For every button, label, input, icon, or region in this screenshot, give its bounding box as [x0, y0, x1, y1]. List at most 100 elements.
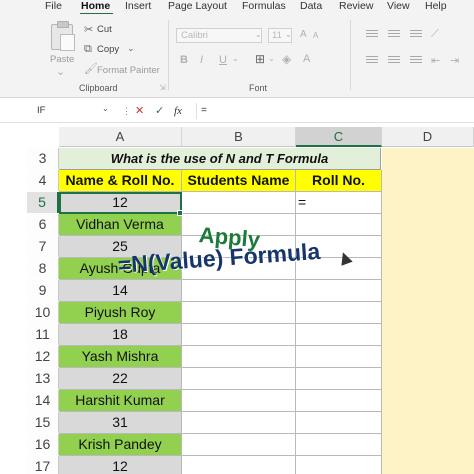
cell-a11[interactable]: 18: [59, 324, 182, 346]
formula-input[interactable]: =: [196, 103, 466, 119]
column-header-b[interactable]: B: [182, 127, 296, 147]
cell-a6[interactable]: Vidhan Verma: [59, 214, 182, 236]
cell-a16[interactable]: Krish Pandey: [59, 434, 182, 456]
row-header-4[interactable]: 4: [27, 170, 59, 191]
tab-insert[interactable]: Insert: [125, 0, 151, 12]
font-name-dropdown-icon[interactable]: ⌄: [255, 29, 262, 41]
sheet-title-cell[interactable]: What is the use of N and T Formula: [59, 148, 381, 170]
cell-a15[interactable]: 31: [59, 412, 182, 434]
column-header-a[interactable]: A: [59, 127, 182, 147]
align-left-icon[interactable]: [366, 56, 378, 66]
font-name-select[interactable]: Calibri: [176, 28, 262, 43]
format-painter-button[interactable]: Format Painter: [97, 65, 160, 76]
cell-b17[interactable]: [182, 456, 296, 474]
row-header-15[interactable]: 15: [27, 412, 59, 433]
cell-b16[interactable]: [182, 434, 296, 456]
name-box[interactable]: IF: [33, 103, 113, 119]
cell-a5[interactable]: 12: [59, 192, 182, 214]
header-cell-students-name[interactable]: Students Name: [182, 170, 296, 192]
increase-font-size-icon[interactable]: A: [300, 29, 307, 41]
cell-a12[interactable]: Yash Mishra: [59, 346, 182, 368]
fill-handle[interactable]: [177, 210, 183, 216]
cell-c13[interactable]: [296, 368, 382, 390]
header-cell-name-roll[interactable]: Name & Roll No.: [59, 170, 182, 192]
row-header-10[interactable]: 10: [27, 302, 59, 323]
copy-dropdown-icon[interactable]: ⌄: [127, 42, 135, 54]
cell-b9[interactable]: [182, 280, 296, 302]
tab-data[interactable]: Data: [300, 0, 322, 12]
cell-b12[interactable]: [182, 346, 296, 368]
name-box-dropdown-icon[interactable]: ⌄: [102, 104, 109, 113]
align-center-icon[interactable]: [388, 56, 400, 66]
tab-formulas[interactable]: Formulas: [242, 0, 286, 12]
cancel-icon[interactable]: ✕: [135, 103, 144, 119]
row-header-8[interactable]: 8: [27, 258, 59, 279]
row-header-7[interactable]: 7: [27, 236, 59, 257]
cell-c16[interactable]: [296, 434, 382, 456]
row-header-16[interactable]: 16: [27, 434, 59, 455]
cell-c15[interactable]: [296, 412, 382, 434]
copy-button[interactable]: Copy: [97, 44, 119, 55]
cell-a9[interactable]: 14: [59, 280, 182, 302]
row-header-5[interactable]: 5: [27, 192, 59, 213]
tab-help[interactable]: Help: [425, 0, 447, 12]
cell-b13[interactable]: [182, 368, 296, 390]
cut-button[interactable]: Cut: [97, 24, 112, 35]
row-header-3[interactable]: 3: [27, 148, 59, 169]
row-header-9[interactable]: 9: [27, 280, 59, 301]
row-header-11[interactable]: 11: [27, 324, 59, 345]
cut-icon[interactable]: ✂: [84, 24, 93, 36]
cell-c6[interactable]: [296, 214, 382, 236]
tab-view[interactable]: View: [387, 0, 410, 12]
decrease-indent-icon[interactable]: ⇤: [431, 55, 440, 67]
row-header-12[interactable]: 12: [27, 346, 59, 367]
paste-icon[interactable]: [51, 21, 75, 51]
align-top-icon[interactable]: [366, 30, 378, 40]
tab-file[interactable]: File: [45, 0, 62, 12]
column-d-fill[interactable]: [382, 148, 474, 474]
clipboard-launcher-icon[interactable]: ⇲: [159, 82, 166, 94]
borders-icon[interactable]: ⊞: [255, 53, 265, 65]
row-header-17[interactable]: 17: [27, 456, 59, 474]
font-size-dropdown-icon[interactable]: ⌄: [285, 29, 292, 41]
cell-c10[interactable]: [296, 302, 382, 324]
cell-c5-editing[interactable]: =: [296, 192, 382, 214]
decrease-font-size-icon[interactable]: A: [313, 30, 318, 42]
copy-icon[interactable]: ⧉: [84, 43, 92, 55]
cell-c11[interactable]: [296, 324, 382, 346]
enter-icon[interactable]: ✓: [155, 103, 164, 119]
row-header-14[interactable]: 14: [27, 390, 59, 411]
font-color-icon[interactable]: A: [303, 53, 310, 65]
underline-button[interactable]: U: [219, 54, 227, 66]
row-header-13[interactable]: 13: [27, 368, 59, 389]
align-right-icon[interactable]: [410, 56, 422, 66]
borders-dropdown-icon[interactable]: ⌄: [268, 53, 275, 65]
tab-page-layout[interactable]: Page Layout: [168, 0, 227, 12]
fill-color-icon[interactable]: ◈: [282, 53, 291, 65]
cell-a17[interactable]: 12: [59, 456, 182, 474]
format-painter-icon[interactable]: 🖌: [84, 63, 98, 75]
tab-review[interactable]: Review: [339, 0, 373, 12]
row-header-6[interactable]: 6: [27, 214, 59, 235]
cell-c9[interactable]: [296, 280, 382, 302]
header-cell-roll-no[interactable]: Roll No.: [296, 170, 382, 192]
cell-a13[interactable]: 22: [59, 368, 182, 390]
cell-b5[interactable]: [182, 192, 296, 214]
orientation-icon[interactable]: ⟋: [431, 28, 439, 40]
cell-b15[interactable]: [182, 412, 296, 434]
bold-button[interactable]: B: [180, 54, 188, 66]
column-header-d[interactable]: D: [382, 127, 474, 147]
tab-home[interactable]: Home: [81, 0, 110, 12]
column-header-c[interactable]: C: [296, 127, 382, 147]
align-bottom-icon[interactable]: [410, 30, 422, 40]
cell-a10[interactable]: Piyush Roy: [59, 302, 182, 324]
paste-dropdown-icon[interactable]: ⌄: [56, 66, 65, 78]
cell-c12[interactable]: [296, 346, 382, 368]
cell-c17[interactable]: [296, 456, 382, 474]
cell-a14[interactable]: Harshit Kumar: [59, 390, 182, 412]
cell-b10[interactable]: [182, 302, 296, 324]
cell-b14[interactable]: [182, 390, 296, 412]
align-middle-icon[interactable]: [388, 30, 400, 40]
increase-indent-icon[interactable]: ⇥: [450, 55, 459, 67]
cell-b11[interactable]: [182, 324, 296, 346]
